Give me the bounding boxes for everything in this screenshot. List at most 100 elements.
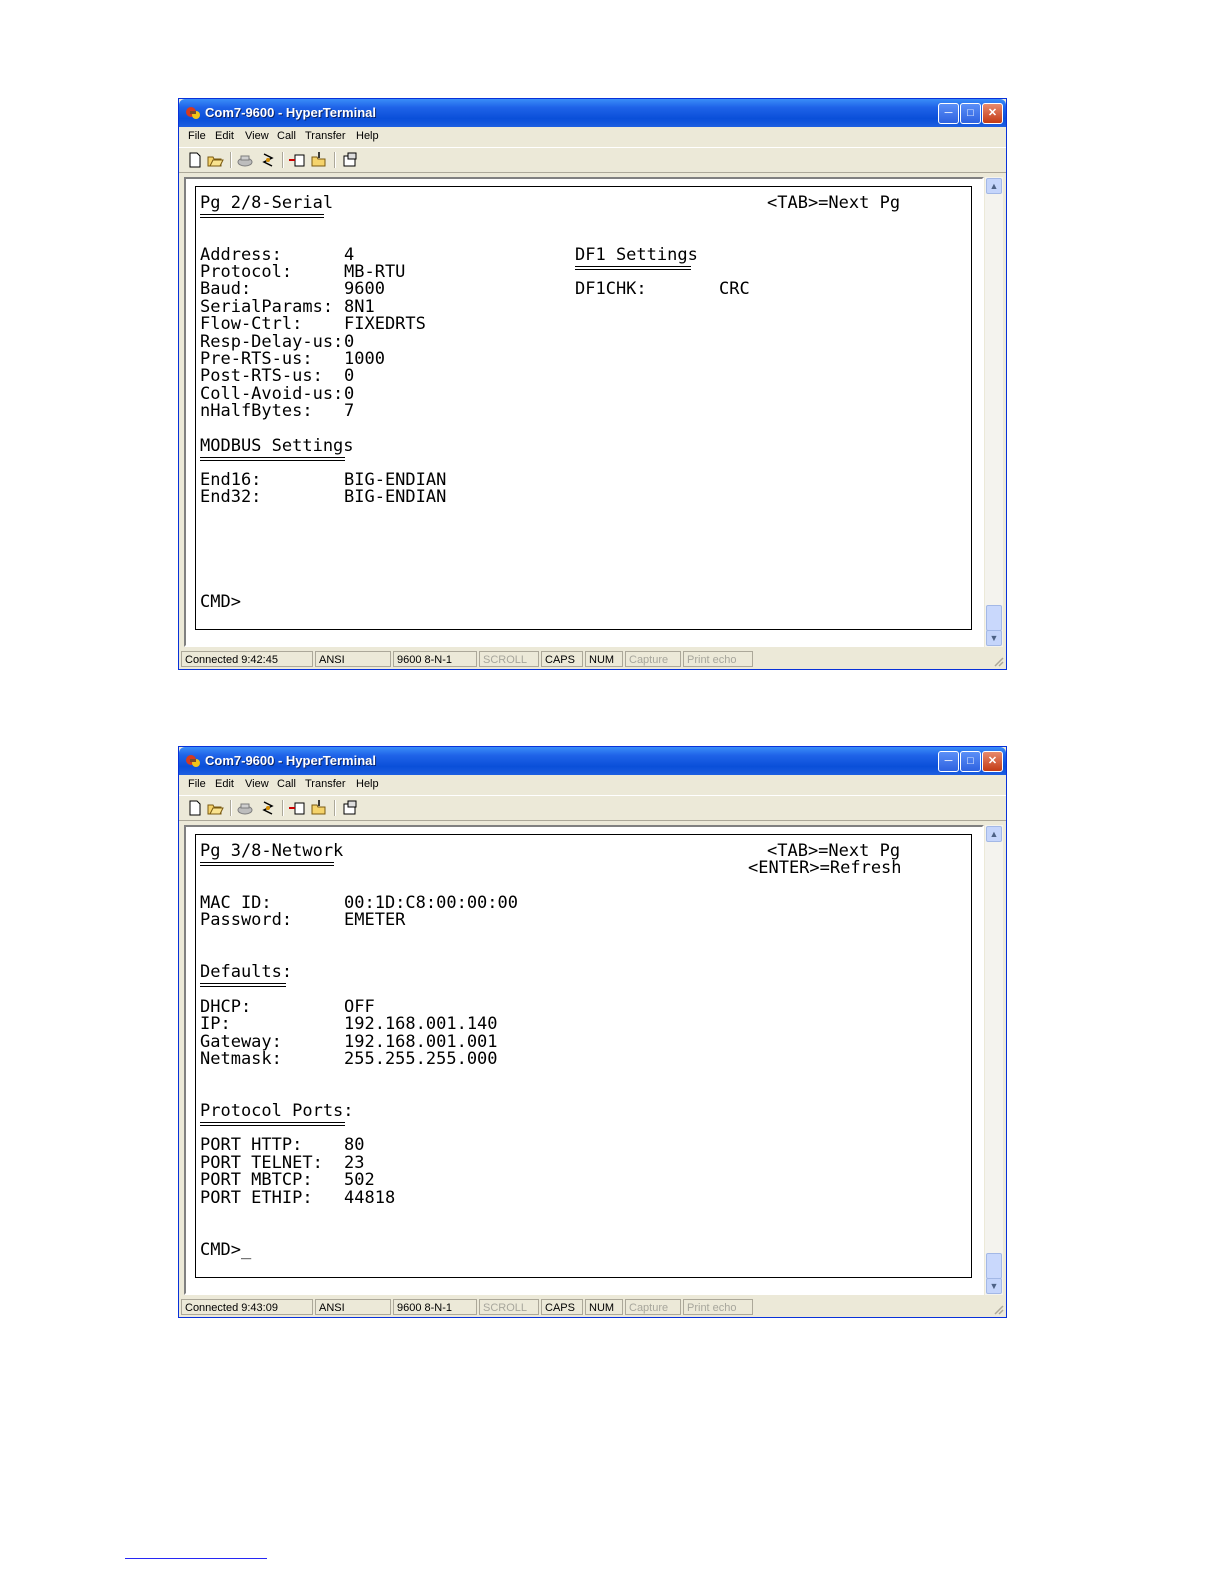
vertical-scrollbar[interactable]: ▲ ▼ [985, 177, 1003, 647]
status-caps: CAPS [541, 651, 583, 667]
scroll-up-icon[interactable]: ▲ [986, 178, 1002, 194]
double-underline [200, 862, 334, 866]
setting-value: 255.255.255.000 [344, 1049, 498, 1069]
maximize-button[interactable]: □ [960, 103, 981, 124]
menu-call[interactable]: Call [277, 130, 296, 142]
menu-transfer[interactable]: Transfer [305, 130, 346, 142]
status-capture: Capture [625, 1299, 681, 1315]
setting-label: PORT HTTP: [200, 1135, 303, 1155]
scroll-thumb[interactable] [986, 1253, 1002, 1279]
properties-icon[interactable] [341, 151, 359, 169]
vertical-scrollbar[interactable]: ▲ ▼ [985, 825, 1003, 1295]
phone-icon[interactable] [236, 151, 254, 169]
hyperterminal-app-icon [186, 107, 200, 119]
setting-value: 192.168.001.140 [344, 1014, 498, 1034]
title-bar[interactable]: Com7-9600 - HyperTerminal ─ □ ✕ [179, 99, 1006, 127]
status-emulation: ANSI [315, 651, 391, 667]
menu-help[interactable]: Help [356, 778, 379, 790]
menu-edit[interactable]: Edit [215, 130, 234, 142]
disconnect-icon[interactable] [259, 151, 277, 169]
status-emulation: ANSI [315, 1299, 391, 1315]
disconnect-icon[interactable] [259, 799, 277, 817]
menu-call[interactable]: Call [277, 778, 296, 790]
status-connected: Connected 9:42:45 [181, 651, 313, 667]
menu-edit[interactable]: Edit [215, 778, 234, 790]
double-underline [575, 266, 691, 270]
status-scroll: SCROLL [479, 651, 539, 667]
terminal-screen: Pg 2/8-Serial <TAB>=Next Pg Address: 4 P… [195, 186, 972, 630]
hyperterminal-app-icon [186, 755, 200, 767]
resize-grip-icon[interactable] [992, 655, 1004, 667]
properties-icon[interactable] [341, 799, 359, 817]
terminal-area[interactable]: Pg 3/8-Network <TAB>=Next Pg <ENTER>=Ref… [184, 825, 984, 1295]
setting-value: BIG-ENDIAN [344, 487, 447, 507]
title-bar[interactable]: Com7-9600 - HyperTerminal ─ □ ✕ [179, 747, 1006, 775]
toolbar-separator [282, 152, 284, 168]
scroll-thumb[interactable] [986, 605, 1002, 631]
double-underline [200, 457, 345, 461]
receive-icon[interactable] [310, 151, 328, 169]
new-icon[interactable] [186, 151, 204, 169]
status-connected: Connected 9:43:09 [181, 1299, 313, 1315]
menu-view[interactable]: View [245, 130, 269, 142]
status-print-echo: Print echo [683, 1299, 753, 1315]
maximize-button[interactable]: □ [960, 751, 981, 772]
status-bar: Connected 9:43:09 ANSI 9600 8-N-1 SCROLL… [179, 1297, 1006, 1317]
toolbar-separator [230, 152, 232, 168]
resize-grip-icon[interactable] [992, 1303, 1004, 1315]
close-button[interactable]: ✕ [982, 751, 1003, 772]
window-title: Com7-9600 - HyperTerminal [205, 105, 376, 120]
scroll-down-icon[interactable]: ▼ [986, 1278, 1002, 1294]
command-prompt[interactable]: CMD>_ [200, 1241, 251, 1259]
send-icon[interactable] [288, 151, 306, 169]
command-prompt[interactable]: CMD> [200, 593, 241, 611]
terminal-area[interactable]: Pg 2/8-Serial <TAB>=Next Pg Address: 4 P… [184, 177, 984, 647]
phone-icon[interactable] [236, 799, 254, 817]
menu-help[interactable]: Help [356, 130, 379, 142]
setting-label: nHalfBytes: [200, 401, 313, 421]
menu-file[interactable]: File [188, 130, 206, 142]
toolbar-separator [334, 800, 336, 816]
terminal-screen: Pg 3/8-Network <TAB>=Next Pg <ENTER>=Ref… [195, 834, 972, 1278]
scroll-down-icon[interactable]: ▼ [986, 630, 1002, 646]
new-icon[interactable] [186, 799, 204, 817]
footnote-rule [125, 1558, 267, 1559]
status-capture: Capture [625, 651, 681, 667]
menu-view[interactable]: View [245, 778, 269, 790]
setting-value: EMETER [344, 910, 406, 930]
status-print-echo: Print echo [683, 651, 753, 667]
menu-transfer[interactable]: Transfer [305, 778, 346, 790]
setting-value: FIXEDRTS [344, 314, 426, 334]
window-title: Com7-9600 - HyperTerminal [205, 753, 376, 768]
page-title: Pg 3/8-Network [200, 841, 344, 861]
send-icon[interactable] [288, 799, 306, 817]
open-icon[interactable] [206, 151, 224, 169]
setting-label: DF1CHK: [575, 279, 647, 299]
df1-heading: DF1 Settings [575, 245, 698, 265]
double-underline [200, 1122, 345, 1126]
defaults-heading: Defaults: [200, 962, 293, 982]
scroll-up-icon[interactable]: ▲ [986, 826, 1002, 842]
setting-label: PORT MBTCP: [200, 1170, 313, 1190]
setting-label: Password: [200, 910, 293, 930]
setting-label: IP: [200, 1014, 231, 1034]
toolbar-separator [282, 800, 284, 816]
status-num: NUM [585, 1299, 623, 1315]
receive-icon[interactable] [310, 799, 328, 817]
menu-file[interactable]: File [188, 778, 206, 790]
page-title: Pg 2/8-Serial [200, 193, 334, 213]
toolbar [179, 795, 1006, 821]
menu-bar: File Edit View Call Transfer Help [179, 775, 1006, 795]
open-icon[interactable] [206, 799, 224, 817]
minimize-button[interactable]: ─ [938, 751, 959, 772]
menu-bar: File Edit View Call Transfer Help [179, 127, 1006, 147]
setting-value: CRC [719, 279, 750, 299]
minimize-button[interactable]: ─ [938, 103, 959, 124]
status-num: NUM [585, 651, 623, 667]
status-port-settings: 9600 8-N-1 [393, 1299, 477, 1315]
toolbar-separator [334, 152, 336, 168]
close-button[interactable]: ✕ [982, 103, 1003, 124]
setting-value: 0 [344, 366, 355, 386]
status-scroll: SCROLL [479, 1299, 539, 1315]
hyperterminal-window-network: Com7-9600 - HyperTerminal ─ □ ✕ File Edi… [178, 746, 1007, 1318]
